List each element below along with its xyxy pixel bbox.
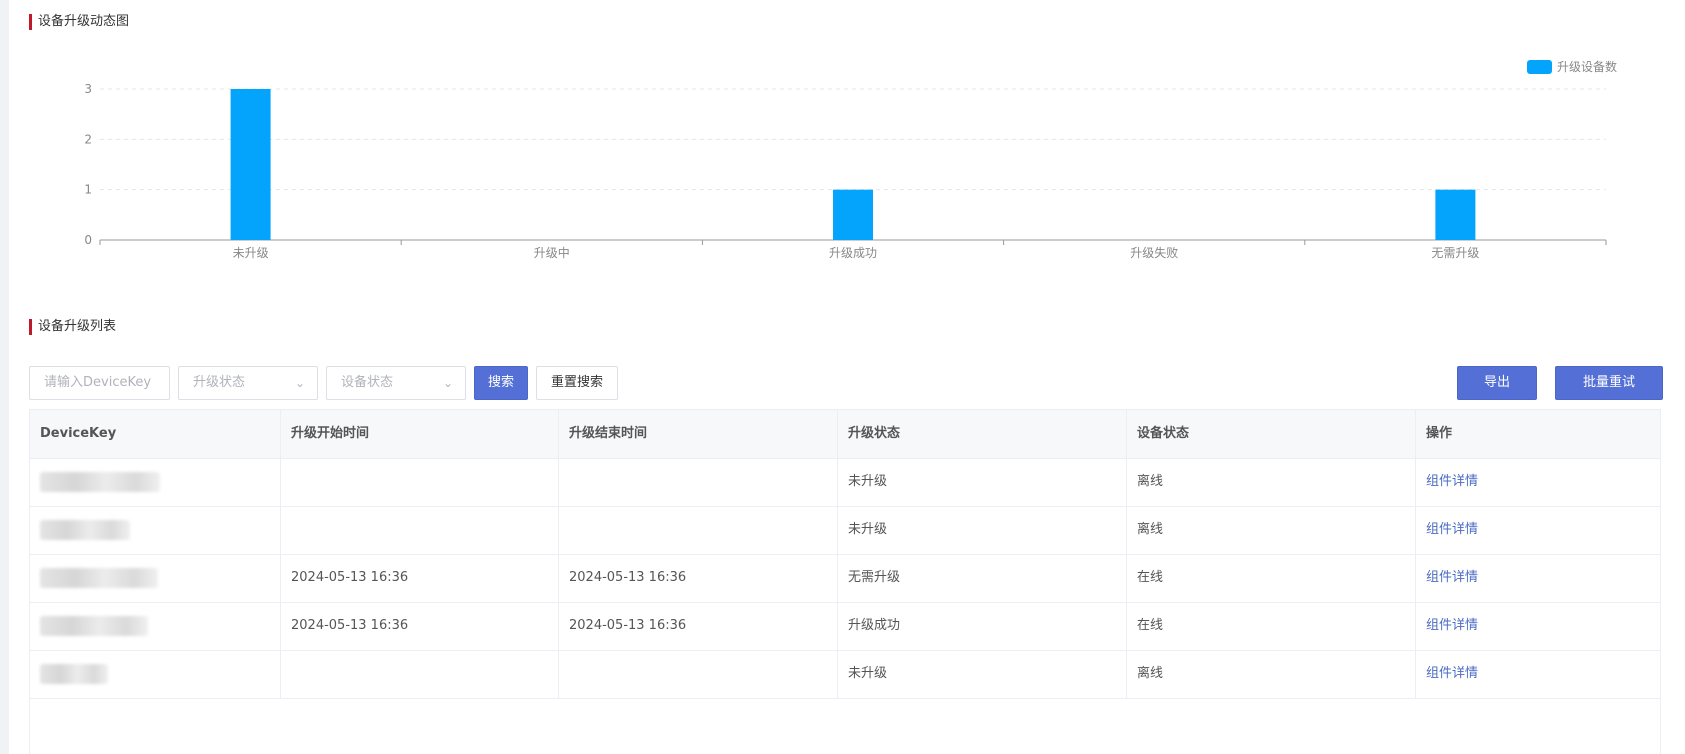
device-status-placeholder: 设备状态 (341, 375, 394, 390)
action-cell: 组件详情 (1416, 650, 1660, 698)
table-row: 未升级 离线 组件详情 (30, 506, 1660, 555)
devicekey-input[interactable]: 请输入DeviceKey (29, 366, 170, 400)
component-detail-link[interactable]: 组件详情 (1426, 570, 1478, 585)
table-row: 2024-05-13 16:36 2024-05-13 16:36 无需升级 在… (30, 554, 1660, 603)
devicekey-cell (30, 602, 281, 650)
device-status-cell: 在线 (1127, 602, 1416, 650)
upgrade-status-cell: 未升级 (838, 458, 1127, 506)
component-detail-link[interactable]: 组件详情 (1426, 618, 1478, 633)
y-tick-label: 2 (84, 132, 92, 146)
upgrade-status-cell: 无需升级 (838, 554, 1127, 602)
x-tick-label: 无需升级 (1431, 246, 1479, 260)
device-status-cell: 离线 (1127, 506, 1416, 554)
export-button[interactable]: 导出 (1457, 366, 1537, 400)
action-cell: 组件详情 (1416, 602, 1660, 650)
header-end-time: 升级结束时间 (559, 410, 838, 458)
reset-search-button[interactable]: 重置搜索 (536, 366, 618, 400)
table-row: 未升级 离线 组件详情 (30, 458, 1660, 507)
action-cell: 组件详情 (1416, 506, 1660, 554)
upgrade-status-cell: 升级成功 (838, 602, 1127, 650)
chevron-down-icon: ⌄ (442, 376, 453, 390)
start-time-cell (281, 458, 559, 506)
device-status-cell: 离线 (1127, 650, 1416, 698)
redacted-devicekey (40, 519, 130, 540)
bar (833, 189, 873, 240)
end-time-cell: 2024-05-13 16:36 (559, 602, 838, 650)
upgrade-status-placeholder: 升级状态 (193, 375, 246, 390)
upgrade-bar-chart: 0 1 2 3 未升级 升级中 升级成功 升级失败 无需升级 升级设备数 (84, 59, 1617, 260)
end-time-cell (559, 458, 838, 506)
bar (230, 89, 271, 240)
start-time-cell (281, 506, 559, 554)
bar (1435, 189, 1476, 240)
legend-label: 升级设备数 (1557, 59, 1617, 74)
devicekey-cell (30, 506, 281, 554)
component-detail-link[interactable]: 组件详情 (1426, 666, 1478, 681)
redacted-devicekey (40, 471, 160, 492)
header-device-status: 设备状态 (1127, 410, 1416, 458)
x-tick-label: 未升级 (233, 246, 269, 260)
list-section-title: 设备升级列表 (29, 319, 116, 335)
header-upgrade-status: 升级状态 (838, 410, 1127, 458)
y-tick-label: 1 (84, 183, 92, 197)
device-status-cell: 离线 (1127, 458, 1416, 506)
x-tick-label: 升级失败 (1130, 245, 1178, 260)
end-time-cell: 2024-05-13 16:36 (559, 554, 838, 602)
devicekey-placeholder: 请输入DeviceKey (44, 375, 152, 390)
devicekey-cell (30, 458, 281, 506)
x-tick-label: 升级成功 (829, 246, 877, 260)
table-row: 2024-05-13 16:36 2024-05-13 16:36 升级成功 在… (30, 602, 1660, 651)
action-cell: 组件详情 (1416, 458, 1660, 506)
start-time-cell: 2024-05-13 16:36 (281, 554, 559, 602)
component-detail-link[interactable]: 组件详情 (1426, 474, 1478, 489)
header-start-time: 升级开始时间 (281, 410, 559, 458)
device-status-cell: 在线 (1127, 554, 1416, 602)
upgrade-status-cell: 未升级 (838, 650, 1127, 698)
header-action: 操作 (1426, 426, 1453, 441)
x-tick-label: 升级中 (534, 245, 570, 260)
action-cell: 组件详情 (1416, 554, 1660, 602)
legend-swatch (1527, 60, 1552, 74)
devicekey-cell (30, 650, 281, 698)
header-devicekey: DeviceKey (30, 410, 281, 458)
table-row: 未升级 离线 组件详情 (30, 650, 1660, 699)
device-status-select[interactable]: 设备状态 ⌄ (326, 366, 466, 400)
end-time-cell (559, 506, 838, 554)
upgrade-status-cell: 未升级 (838, 506, 1127, 554)
devicekey-cell (30, 554, 281, 602)
redacted-devicekey (40, 567, 158, 588)
upgrade-table: DeviceKey 升级开始时间 升级结束时间 升级状态 设备状态 操作 未升级… (29, 409, 1661, 754)
redacted-devicekey (40, 615, 148, 636)
y-tick-label: 3 (84, 82, 92, 96)
chevron-down-icon: ⌄ (294, 376, 305, 390)
end-time-cell (559, 650, 838, 698)
table-header-row: DeviceKey 升级开始时间 升级结束时间 升级状态 设备状态 操作 (30, 410, 1660, 459)
redacted-devicekey (40, 663, 108, 684)
search-button[interactable]: 搜索 (474, 366, 528, 400)
start-time-cell (281, 650, 559, 698)
upgrade-status-select[interactable]: 升级状态 ⌄ (178, 366, 318, 400)
y-tick-label: 0 (84, 233, 92, 247)
start-time-cell: 2024-05-13 16:36 (281, 602, 559, 650)
component-detail-link[interactable]: 组件详情 (1426, 522, 1478, 537)
batch-retry-button[interactable]: 批量重试 (1555, 366, 1663, 400)
